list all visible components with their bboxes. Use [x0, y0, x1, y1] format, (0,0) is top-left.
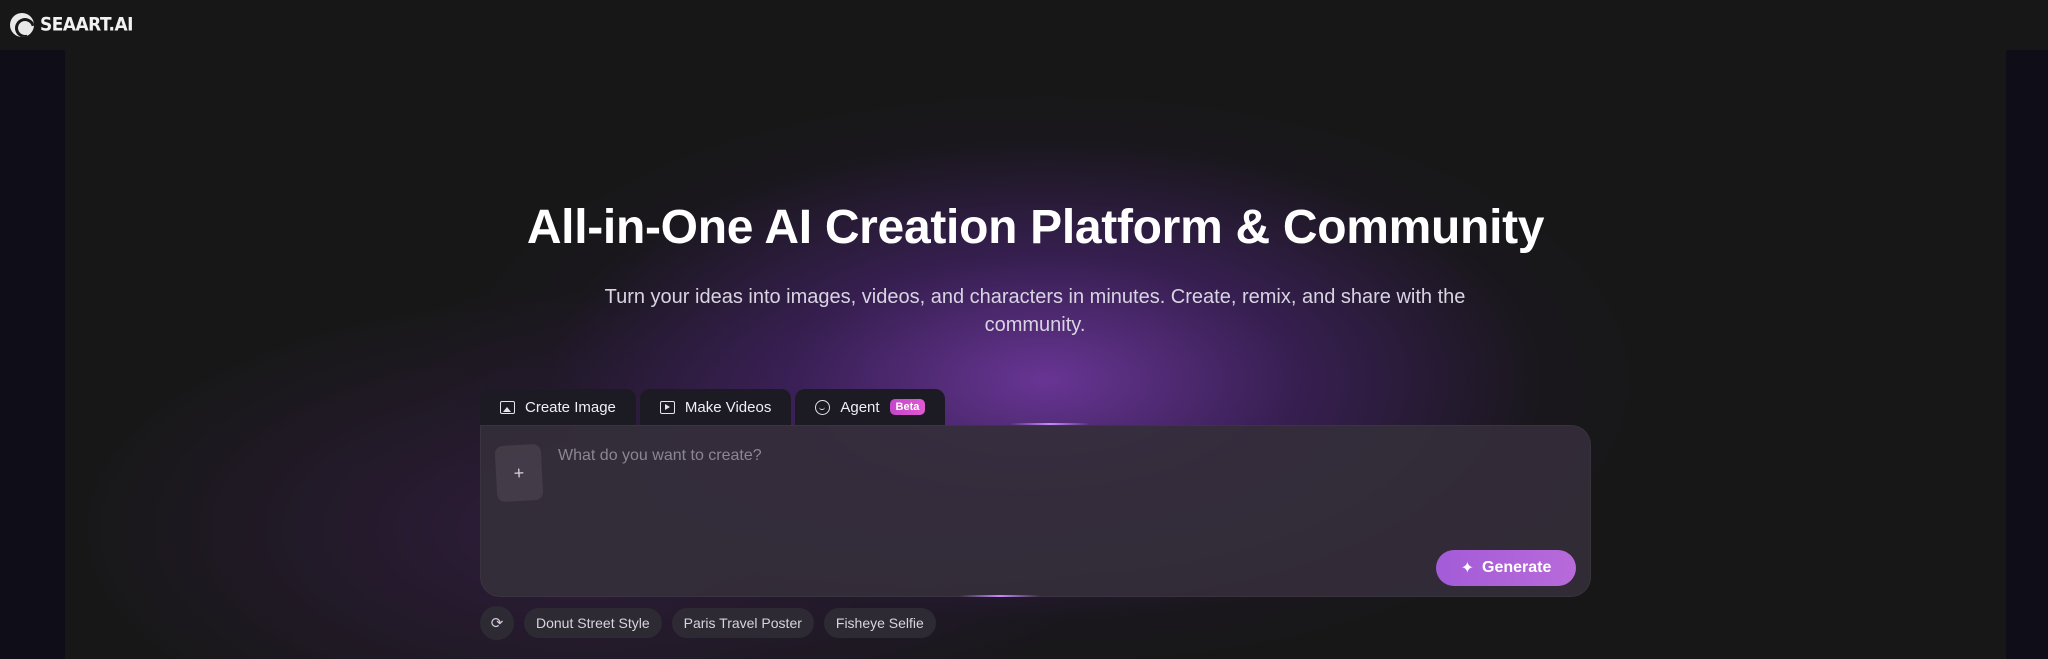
tab-label: Create Image — [525, 398, 616, 416]
image-icon — [500, 400, 515, 414]
refresh-suggestions-button[interactable]: ⟳ — [480, 606, 514, 640]
prompt-input[interactable] — [558, 441, 1458, 471]
suggestion-chip[interactable]: Fisheye Selfie — [823, 608, 936, 638]
tab-make-videos[interactable]: Make Videos — [639, 389, 792, 425]
glow-accent — [1010, 423, 1090, 425]
seaart-logo-icon — [10, 13, 34, 37]
generate-button[interactable]: ✦ Generate — [1436, 550, 1576, 586]
agent-icon — [815, 399, 831, 415]
tab-label: Make Videos — [684, 398, 772, 416]
creation-tabs: Create Image Make Videos Agent Beta — [480, 389, 949, 425]
upload-image-button[interactable]: + — [494, 443, 544, 503]
logo[interactable]: SEAART.AI — [10, 13, 133, 37]
refresh-icon: ⟳ — [490, 615, 504, 632]
right-gutter — [2006, 50, 2048, 659]
beta-badge: Beta — [889, 399, 926, 415]
generate-label: Generate — [1482, 559, 1552, 576]
plus-icon: + — [513, 462, 525, 483]
logo-text: SEAART.AI — [40, 14, 133, 36]
tab-agent[interactable]: Agent Beta — [795, 389, 946, 425]
hero-section: All-in-One AI Creation Platform & Commun… — [65, 50, 2006, 659]
glow-accent — [960, 595, 1040, 597]
tab-create-image[interactable]: Create Image — [480, 389, 636, 425]
top-bar: SEAART.AI — [0, 0, 2048, 50]
hero-title: All-in-One AI Creation Platform & Commun… — [526, 201, 1545, 254]
sparkle-icon: ✦ — [1460, 560, 1475, 577]
prompt-box: + ✦ Generate — [480, 423, 1591, 597]
suggestion-chips: ⟳ Donut Street Style Paris Travel Poster… — [480, 606, 936, 640]
suggestion-chip[interactable]: Donut Street Style — [524, 608, 662, 638]
video-icon — [659, 400, 675, 414]
suggestion-chip[interactable]: Paris Travel Poster — [671, 608, 814, 638]
tab-label: Agent — [840, 398, 880, 416]
left-gutter — [0, 50, 65, 659]
hero-subtitle: Turn your ideas into images, videos, and… — [604, 286, 1466, 336]
